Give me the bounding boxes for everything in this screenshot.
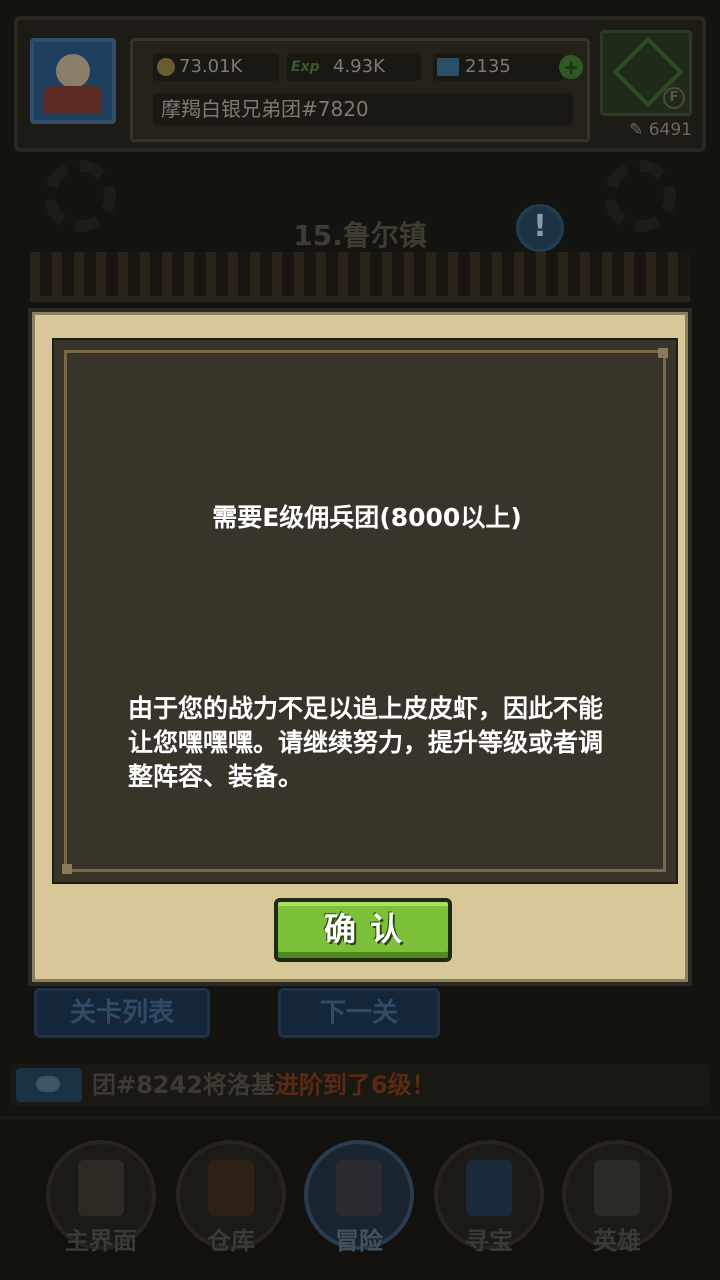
confirm-label: 确认 [323, 910, 416, 948]
requirement-dialog: 需要E级佣兵团(8000以上) 由于您的战力不足以追上皮皮虾，因此不能让您嘿嘿嘿… [28, 308, 692, 986]
dialog-panel: 需要E级佣兵团(8000以上) 由于您的战力不足以追上皮皮虾，因此不能让您嘿嘿嘿… [52, 338, 678, 884]
confirm-button[interactable]: 确认 [274, 898, 452, 962]
frame-corner [658, 348, 668, 358]
dialog-message: 由于您的战力不足以追上皮皮虾，因此不能让您嘿嘿嘿。请继续努力，提升等级或者调整阵… [128, 694, 604, 791]
frame-corner [62, 864, 72, 874]
requirement-text: 需要E级佣兵团(8000以上) [212, 503, 522, 532]
